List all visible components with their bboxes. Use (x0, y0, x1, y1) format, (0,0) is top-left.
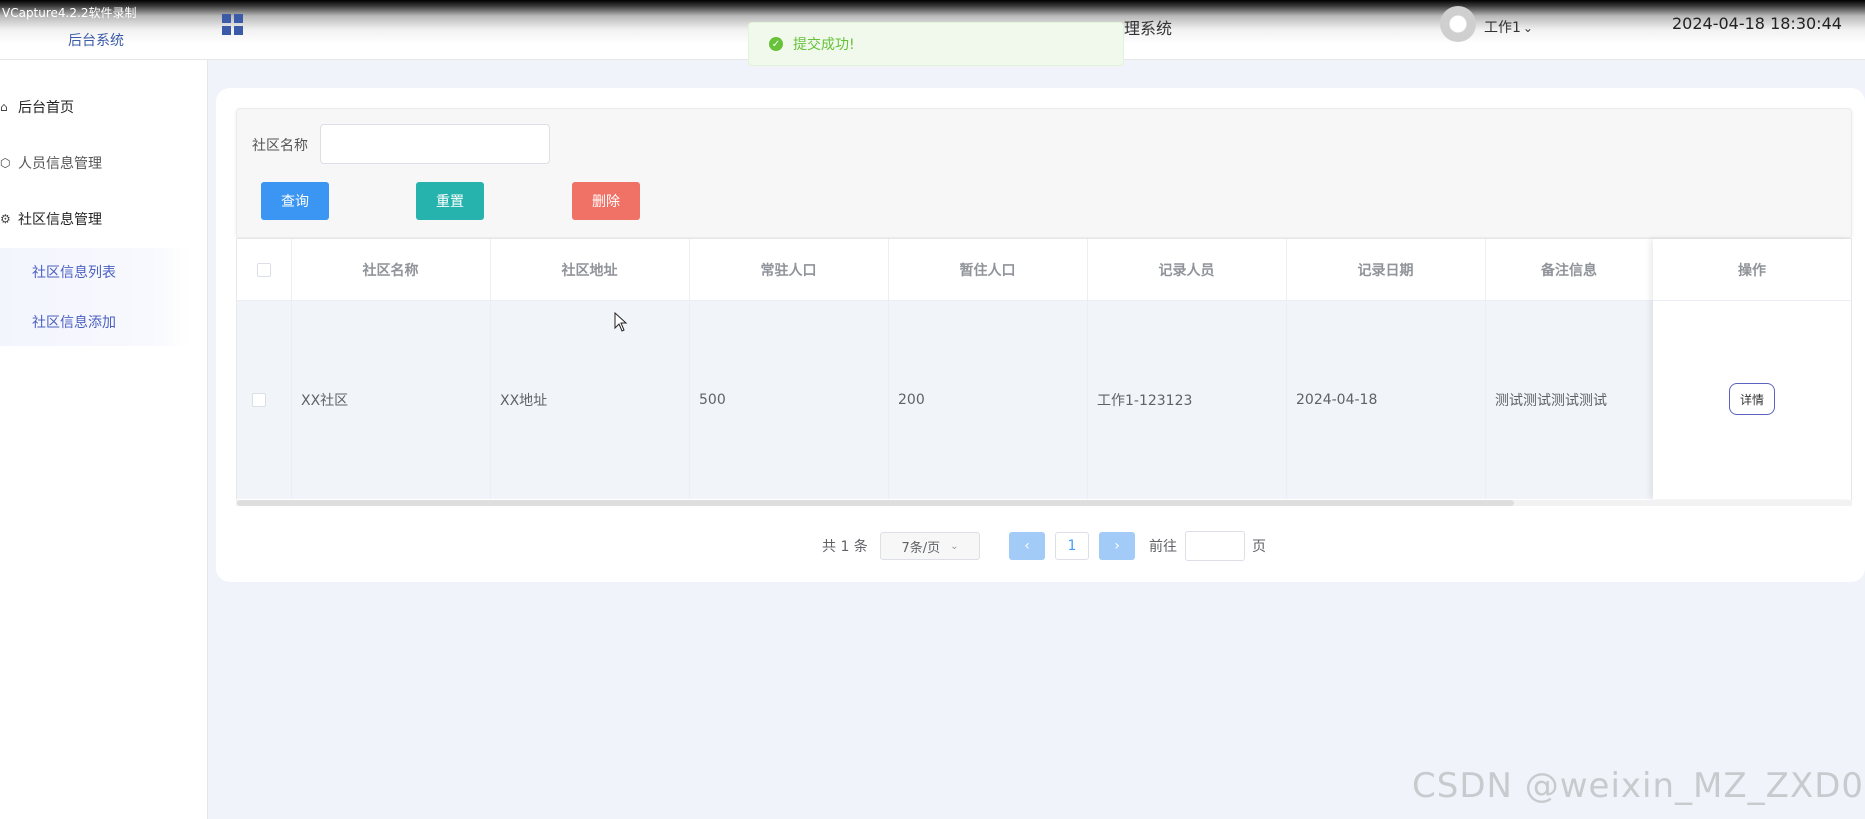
query-button[interactable]: 查询 (261, 182, 329, 220)
column-header-resident[interactable]: 常驻人口 (689, 239, 888, 301)
cell-recorder: 工作1-123123 (1097, 393, 1193, 409)
cell-remark: 测试测试测试测试 (1495, 393, 1607, 409)
horizontal-scrollbar-thumb[interactable] (237, 500, 1514, 506)
column-header-recorder[interactable]: 记录人员 (1087, 239, 1286, 301)
detail-button[interactable]: 详情 (1729, 383, 1775, 415)
reset-button[interactable]: 重置 (416, 182, 484, 220)
sidebar-item-label: 人员信息管理 (18, 156, 102, 172)
page-number-1[interactable]: 1 (1055, 532, 1089, 560)
csdn-watermark: CSDN @weixin_MZ_ZXD001 (1412, 766, 1865, 806)
user-avatar[interactable] (1440, 6, 1476, 42)
row-checkbox[interactable] (252, 393, 266, 407)
chevron-left-icon: ‹ (1024, 538, 1030, 554)
search-label: 社区名称 (252, 138, 308, 154)
toast-message: 提交成功! (793, 37, 855, 53)
system-title: 理系统 (1124, 19, 1173, 38)
success-toast: ✓ 提交成功! (748, 22, 1124, 66)
cell-address: XX地址 (500, 393, 548, 409)
check-circle-icon: ✓ (769, 37, 783, 51)
column-header-name[interactable]: 社区名称 (291, 239, 490, 301)
pagination-total: 共 1 条 (822, 539, 868, 555)
prev-page-button[interactable]: ‹ (1009, 532, 1045, 560)
cell-date: 2024-04-18 (1296, 392, 1378, 408)
fixed-action-column: 操作 详情 (1653, 239, 1851, 499)
community-name-input[interactable] (320, 124, 550, 164)
sidebar-item-label: 社区信息管理 (18, 212, 102, 228)
cube-icon: ⬡ (0, 156, 11, 170)
sidebar-item-community-list[interactable]: 社区信息列表 (32, 262, 116, 282)
page-label: 页 (1252, 539, 1266, 555)
cell-resident: 500 (699, 392, 726, 408)
page-size-value: 7条/页 (901, 540, 941, 556)
sidebar-item-community[interactable]: ⚙ 社区信息管理 (0, 204, 102, 234)
column-header-temporary[interactable]: 暂住人口 (888, 239, 1087, 301)
brand-subtitle: 后台系统 (68, 33, 124, 49)
sidebar-item-person[interactable]: ⬡ 人员信息管理 (0, 148, 102, 178)
recorder-watermark: VCapture4.2.2软件录制 (2, 6, 137, 20)
community-sub-menu: 社区信息列表 社区信息添加 (0, 248, 190, 346)
column-header-address[interactable]: 社区地址 (490, 239, 689, 301)
page-size-select[interactable]: 7条/页 ⌄ (880, 532, 980, 560)
column-header-action: 操作 (1653, 239, 1851, 301)
chevron-right-icon: › (1114, 538, 1120, 554)
chevron-down-icon: ⌄ (1522, 21, 1533, 35)
user-name: 工作1 (1484, 20, 1521, 36)
goto-page-input[interactable] (1185, 531, 1245, 561)
home-icon: ⌂ (0, 100, 8, 114)
sidebar-item-community-add[interactable]: 社区信息添加 (32, 312, 116, 332)
mouse-cursor-icon (614, 312, 628, 332)
gear-icon: ⚙ (0, 212, 11, 226)
cell-name: XX社区 (301, 393, 349, 409)
goto-label: 前往 (1149, 539, 1177, 555)
community-table: 社区名称 社区地址 常驻人口 暂住人口 记录人员 记录日期 备注信息 XX社区 … (236, 238, 1852, 502)
column-header-date[interactable]: 记录日期 (1286, 239, 1485, 301)
grid-menu-icon[interactable] (222, 14, 244, 36)
datetime: 2024-04-18 18:30:44 (1672, 14, 1842, 33)
select-all-checkbox[interactable] (257, 263, 271, 277)
sidebar-item-home[interactable]: ⌂ 后台首页 (0, 92, 74, 122)
sidebar-item-label: 后台首页 (18, 100, 74, 116)
next-page-button[interactable]: › (1099, 532, 1135, 560)
column-header-remark[interactable]: 备注信息 (1485, 239, 1653, 301)
cell-temporary: 200 (898, 392, 925, 408)
user-menu[interactable]: 工作1 ⌄ (1484, 17, 1533, 37)
delete-button[interactable]: 删除 (572, 182, 640, 220)
chevron-down-icon: ⌄ (950, 540, 959, 552)
